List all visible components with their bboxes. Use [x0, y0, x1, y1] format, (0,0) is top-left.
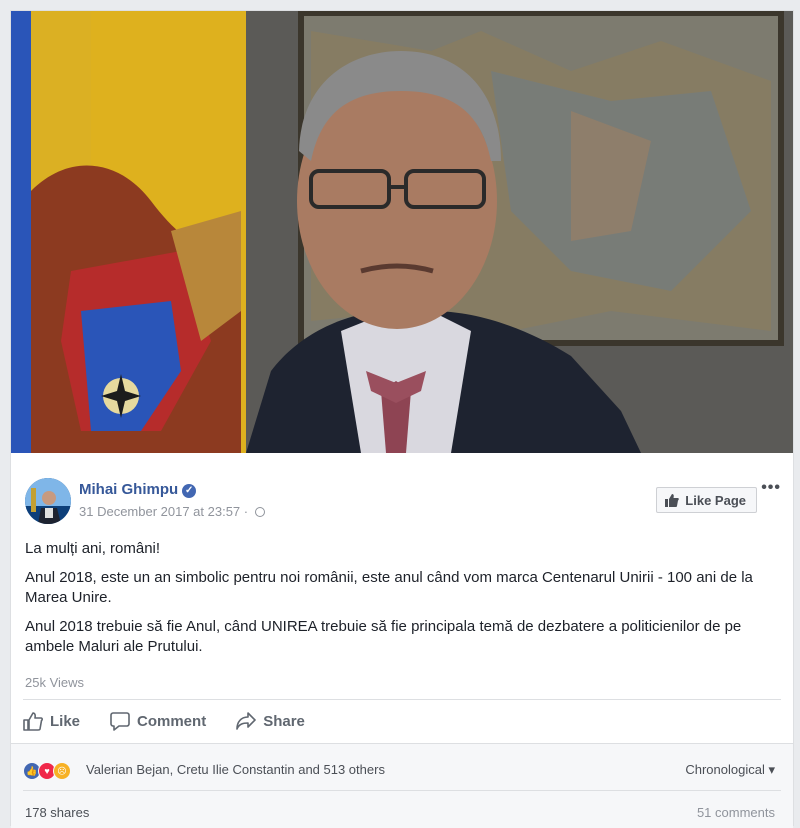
page-avatar[interactable] [25, 478, 71, 524]
verified-badge-icon: ✓ [182, 484, 197, 498]
globe-icon [254, 507, 265, 517]
page-name[interactable]: Mihai Ghimpu [79, 481, 178, 498]
post-card: Mihai Ghimpu ✓ 31 December 2017 at 23:57 … [10, 10, 794, 828]
post-header: Mihai Ghimpu ✓ 31 December 2017 at 23:57 … [11, 463, 793, 525]
like-icon [23, 711, 43, 731]
angry-reaction-icon: ☹ [53, 762, 71, 780]
meta-separator: · [243, 504, 249, 519]
page-name-link[interactable]: Mihai Ghimpu ✓ [79, 481, 197, 498]
post-body: Mihai Ghimpu ✓ 31 December 2017 at 23:57 … [11, 463, 793, 828]
comment-sort-dropdown[interactable]: Chronological ▾ [685, 762, 775, 778]
comments-count[interactable]: 51 comments [697, 805, 775, 820]
shares-count[interactable]: 178 shares [25, 805, 89, 820]
like-page-label: Like Page [685, 492, 746, 508]
video-player[interactable] [11, 11, 793, 453]
reactions-section: 👍 ♥ ☹ Valerian Bejan, Cretu Ilie Constan… [11, 743, 793, 828]
divider [23, 790, 781, 791]
share-label: Share [263, 712, 305, 730]
shares-row: 178 shares 51 comments [25, 805, 775, 820]
like-label: Like [50, 712, 81, 730]
avatar-image [25, 478, 71, 524]
view-count: 25k Views [25, 675, 85, 690]
comment-label: Comment [137, 712, 207, 730]
more-options-button[interactable]: ••• [761, 479, 781, 497]
post-paragraph: La mulți ani, români! [25, 540, 161, 557]
reaction-icons[interactable]: 👍 ♥ ☹ [23, 762, 71, 780]
divider [23, 699, 781, 700]
share-icon [236, 712, 256, 730]
post-text: La mulți ani, români! Anul 2018, este un… [25, 539, 775, 666]
share-button[interactable]: Share [236, 712, 305, 730]
action-bar: Like Comment Share [23, 701, 335, 741]
post-timestamp[interactable]: 31 December 2017 at 23:57 [79, 504, 240, 519]
comment-button[interactable]: Comment [110, 711, 207, 731]
like-page-button[interactable]: Like Page [656, 487, 757, 513]
like-button[interactable]: Like [23, 711, 81, 731]
reactors-link[interactable]: Valerian Bejan, Cretu Ilie Constantin an… [86, 762, 385, 777]
post-paragraph: Anul 2018 trebuie să fie Anul, când UNIR… [25, 618, 742, 655]
video-frame-image [11, 11, 793, 453]
comment-icon [110, 711, 130, 731]
post-meta: 31 December 2017 at 23:57 · [79, 504, 265, 519]
thumbs-up-icon [665, 493, 680, 507]
post-paragraph: Anul 2018, este un an simbolic pentru no… [25, 569, 753, 606]
